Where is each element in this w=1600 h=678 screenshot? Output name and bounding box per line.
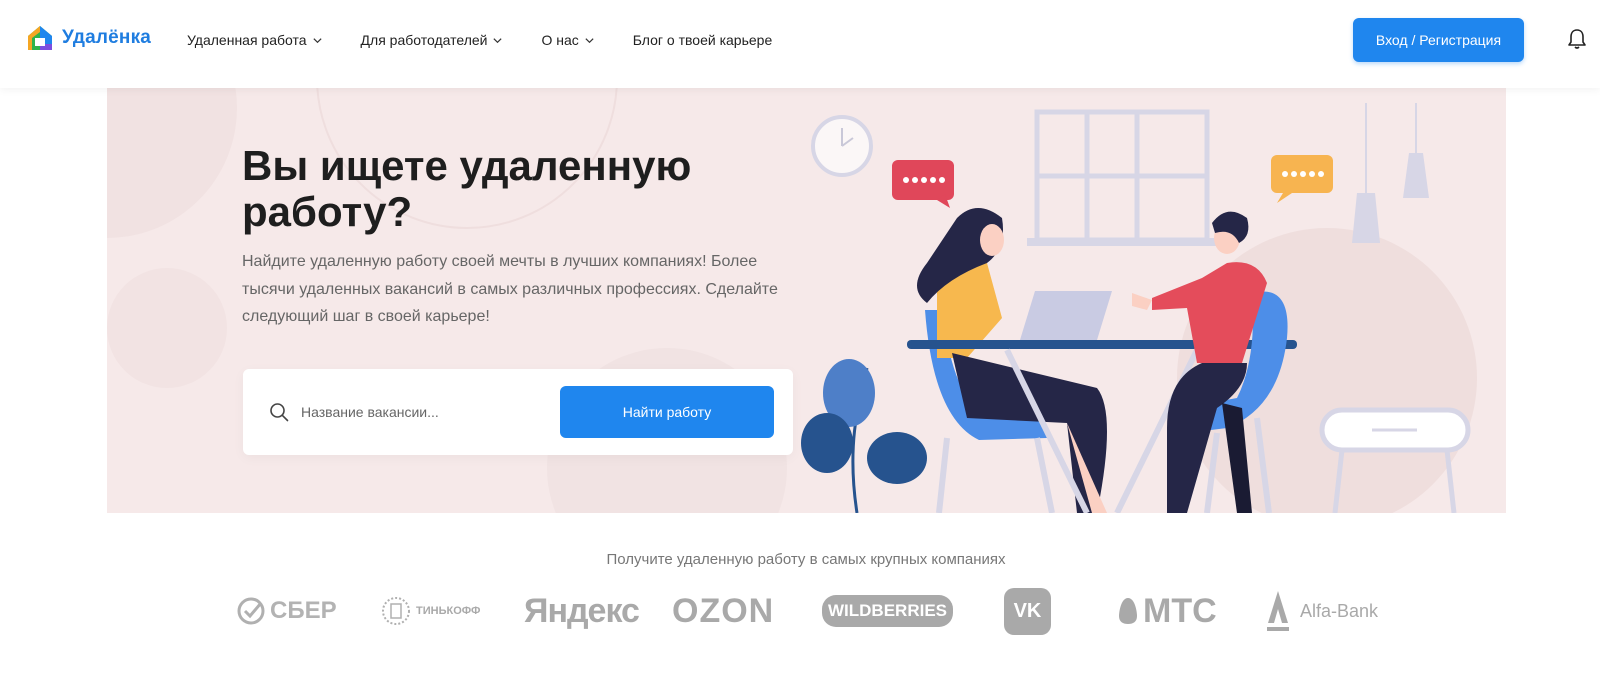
- tinkoff-text: ТИНЬКОФФ: [416, 605, 481, 617]
- nav-about-label: О нас: [541, 32, 579, 48]
- hero-title: Вы ищете удаленную работу?: [242, 142, 692, 235]
- chevron-down-icon: [493, 37, 503, 43]
- tinkoff-emblem-icon: [382, 597, 410, 625]
- login-register-button[interactable]: Вход / Регистрация: [1353, 18, 1524, 62]
- search-icon: [270, 403, 289, 422]
- chevron-down-icon: [312, 37, 322, 43]
- main-nav: Удаленная работа Для работодателей О нас…: [187, 30, 810, 50]
- alfa-bank-text: Alfa-Bank: [1300, 600, 1379, 621]
- company-logo-sber[interactable]: СБЕР: [236, 585, 337, 637]
- company-logo-ozon[interactable]: OZON: [672, 585, 774, 637]
- site-header: Удалёнка Удаленная работа Для работодате…: [0, 0, 1600, 88]
- logo[interactable]: Удалёнка: [26, 24, 151, 52]
- nav-employers[interactable]: Для работодателей: [361, 30, 504, 50]
- company-logo-mts[interactable]: МТС: [1117, 585, 1217, 637]
- companies-title: Получите удаленную работу в самых крупны…: [606, 551, 1006, 568]
- bell-icon[interactable]: [1567, 28, 1587, 50]
- nav-employers-label: Для работодателей: [360, 32, 488, 48]
- company-logo-yandex[interactable]: Яндекс: [524, 585, 640, 637]
- wildberries-text: WILDBERRIES: [822, 595, 953, 627]
- company-logo-vk[interactable]: VK: [1004, 585, 1051, 637]
- sber-mark-icon: [237, 597, 265, 625]
- vk-badge: VK: [1004, 587, 1051, 635]
- ozon-text: OZON: [672, 591, 775, 630]
- nav-blog-label: Блог о твоей карьере: [632, 32, 773, 48]
- chevron-down-icon: [585, 37, 594, 43]
- nav-remote-work[interactable]: Удаленная работа: [187, 30, 323, 50]
- mts-text: МТС: [1143, 591, 1217, 630]
- sber-text: СБЕР: [270, 597, 337, 624]
- company-logo-alfa-bank[interactable]: Alfa-Bank: [1264, 585, 1378, 637]
- nav-blog[interactable]: Блог о твоей карьере: [633, 30, 772, 50]
- mts-egg-icon: [1119, 598, 1137, 624]
- find-job-button[interactable]: Найти работу: [560, 386, 774, 438]
- vk-text: VK: [1013, 599, 1042, 622]
- hero-section: Вы ищете удаленную работу? Найдите удале…: [107, 88, 1506, 513]
- house-logo-icon: [28, 26, 52, 50]
- yandex-text: Яндекс: [524, 591, 640, 630]
- search-box: Найти работу: [243, 369, 793, 455]
- search-input[interactable]: [301, 397, 541, 427]
- nav-about[interactable]: О нас: [541, 30, 594, 50]
- company-logo-wildberries[interactable]: WILDBERRIES: [822, 585, 953, 637]
- hero-subtitle: Найдите удаленную работу своей мечты в л…: [242, 253, 778, 325]
- nav-remote-work-label: Удаленная работа: [187, 32, 307, 48]
- logo-text: Удалёнка: [62, 27, 152, 48]
- company-logo-tinkoff[interactable]: ТИНЬКОФФ: [380, 585, 480, 637]
- alfa-a-icon: [1267, 591, 1289, 631]
